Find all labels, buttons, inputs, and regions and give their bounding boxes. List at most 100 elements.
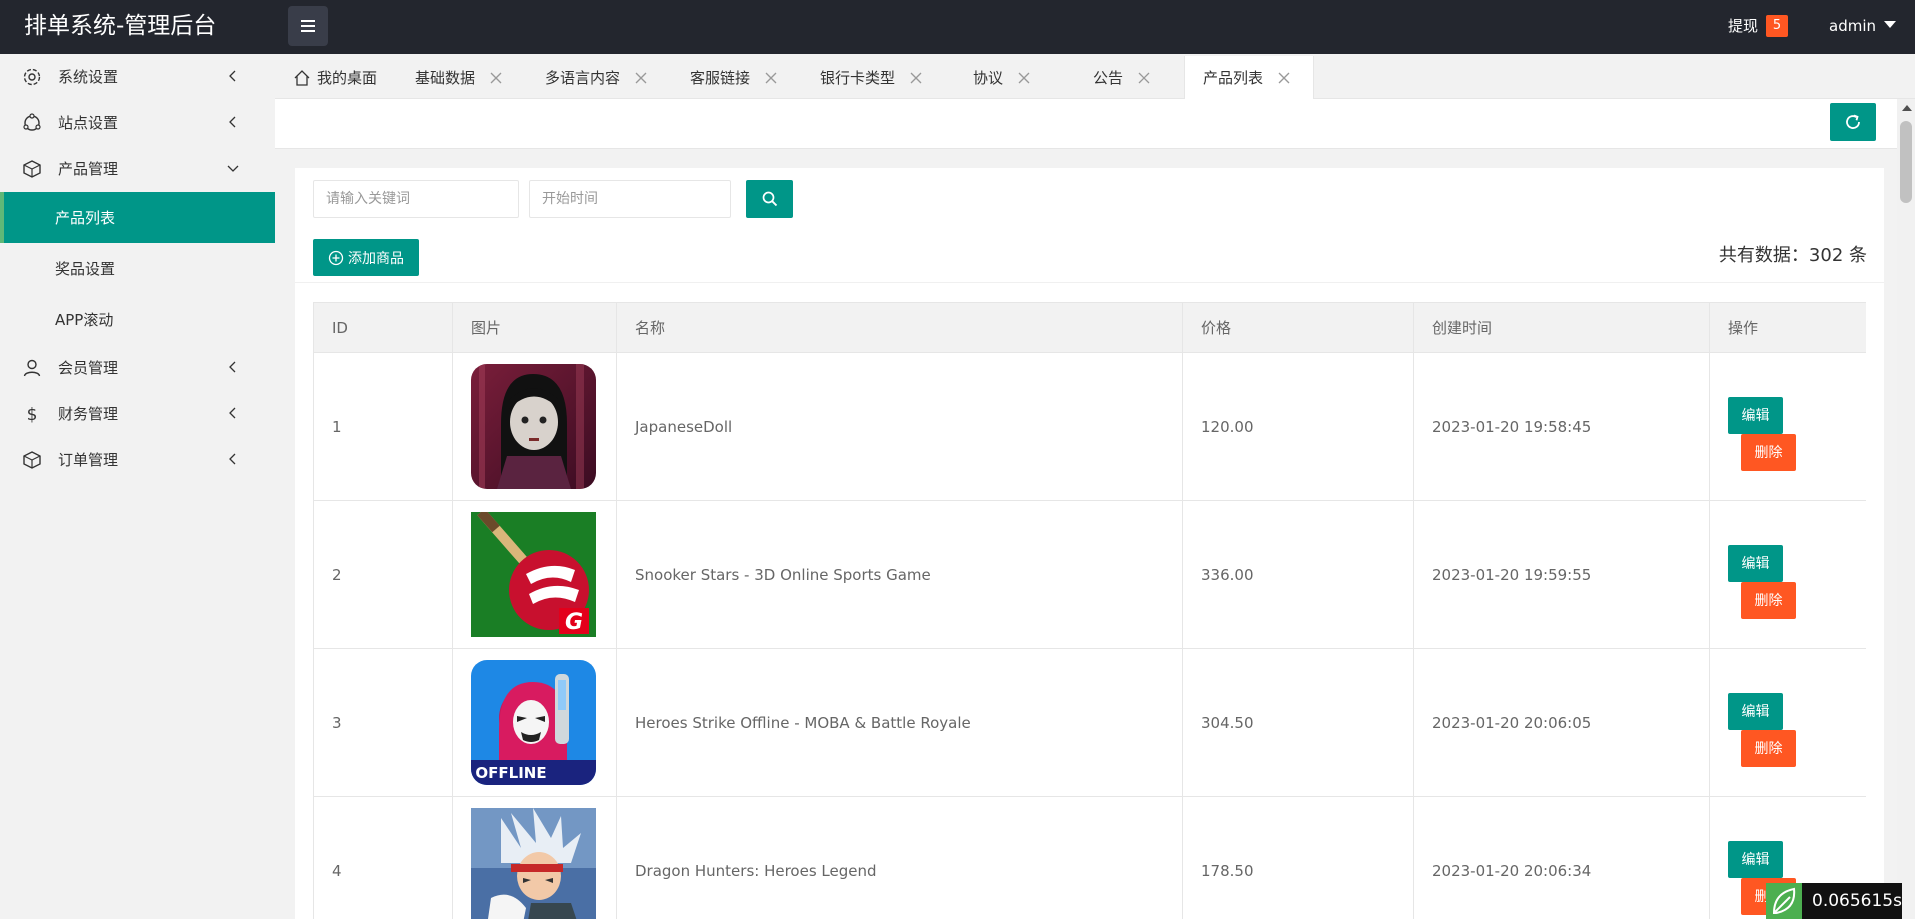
gear-icon [23,68,41,86]
refresh-button[interactable] [1830,103,1876,141]
sidebar-item-system-settings[interactable]: 系统设置 [0,54,275,100]
delete-button[interactable]: 删除 [1741,729,1796,767]
product-table: ID 图片 名称 价格 创建时间 操作 1 JapaneseDoll 120.0… [313,302,1866,919]
tab-label: 基础数据 [415,68,476,87]
tab-label: 我的桌面 [317,68,378,87]
table-row: 1 JapaneseDoll 120.00 2023-01-20 19:58:4… [313,352,1866,501]
home-icon [294,69,310,86]
withdraw-count-badge: 5 [1766,15,1789,37]
user-menu[interactable]: admin [1829,14,1896,38]
close-icon[interactable] [1277,71,1291,85]
sidebar-subitem-app-scroll[interactable]: APP滚动 [0,294,275,345]
caret-down-icon [1884,20,1896,28]
sidebar-item-order-management[interactable]: 订单管理 [0,437,275,483]
chevron-left-icon [229,453,236,465]
column-header-actions: 操作 [1709,302,1866,353]
scroll-up-arrow-icon[interactable] [1902,105,1912,111]
toolbar-strip [275,99,1897,149]
column-header-price: 价格 [1182,302,1414,353]
tab-agreement[interactable]: 协议 [973,56,1031,99]
cell-created: 2023-01-20 19:58:45 [1413,352,1710,501]
close-icon[interactable] [1137,71,1151,85]
edit-button[interactable]: 编辑 [1728,544,1783,582]
withdraw-link[interactable]: 提现 5 [1728,14,1789,38]
chevron-left-icon [229,407,236,419]
tab-label: 产品列表 [1203,68,1264,87]
dollar-icon: $ [27,405,38,424]
tab-customer-service-link[interactable]: 客服链接 [690,56,778,99]
edit-button[interactable]: 编辑 [1728,692,1783,730]
sidebar-subitem-product-list[interactable]: 产品列表 [0,192,275,243]
doll-game-image [471,364,596,489]
product-thumbnail: OFFLINE [471,660,596,785]
sidebar-subitem-prize-settings[interactable]: 奖品设置 [0,243,275,294]
hamburger-icon [301,20,315,32]
chevron-left-icon [229,361,236,373]
sidebar-item-site-settings[interactable]: 站点设置 [0,100,275,146]
search-button[interactable] [746,180,793,218]
edit-button[interactable]: 编辑 [1728,396,1783,434]
heroes-strike-game-image: OFFLINE [471,660,596,785]
scroll-thumb[interactable] [1900,121,1912,203]
cell-created: 2023-01-20 20:06:34 [1413,796,1710,919]
sidebar-subitem-label: APP滚动 [55,311,114,329]
product-thumbnail: G [471,512,596,637]
table-row: 2 G Snooker Stars - 3D Online Sports Gam… [313,500,1866,649]
tab-announcement[interactable]: 公告 [1093,56,1151,99]
tab-label: 协议 [973,68,1004,87]
tab-basic-data[interactable]: 基础数据 [415,56,503,99]
content-panel: 添加商品 共有数据：302 条 ID 图片 名称 价格 创建时间 操作 1 [295,168,1884,919]
svg-text:$: $ [27,405,38,424]
cell-name: Snooker Stars - 3D Online Sports Game [616,500,1183,649]
cell-name: JapaneseDoll [616,352,1183,501]
page-scrollbar[interactable] [1897,99,1915,919]
sidebar-item-member-management[interactable]: 会员管理 [0,345,275,391]
cell-actions: 编辑 删除 [1709,352,1866,501]
sidebar-item-label: 财务管理 [58,405,119,423]
sidebar-item-finance-management[interactable]: $ 财务管理 [0,391,275,437]
cell-actions: 编辑 删除 [1709,648,1866,797]
tab-product-list[interactable]: 产品列表 [1184,56,1315,99]
sidebar: 系统设置 站点设置 产品管理 产品列表 奖品设置 APP滚动 会员管理 $ 财务… [0,54,275,919]
sidebar-item-label: 会员管理 [58,359,119,377]
delete-button[interactable]: 删除 [1741,433,1796,471]
column-header-created: 创建时间 [1413,302,1710,353]
add-product-label: 添加商品 [348,250,404,267]
product-table-wrapper: ID 图片 名称 价格 创建时间 操作 1 JapaneseDoll 120.0… [313,302,1866,919]
svg-text:G: G [565,610,583,635]
tab-multilang-content[interactable]: 多语言内容 [545,56,648,99]
close-icon[interactable] [909,71,923,85]
tab-bar: 我的桌面 基础数据 多语言内容 客服链接 银行卡类型 协议 公告 产品列表 [275,54,1915,99]
tab-label: 客服链接 [690,68,751,87]
close-icon[interactable] [1017,71,1031,85]
cell-image: G [452,500,617,649]
delete-button[interactable]: 删除 [1741,581,1796,619]
cell-name: Dragon Hunters: Heroes Legend [616,796,1183,919]
edit-button[interactable]: 编辑 [1728,840,1783,878]
table-row: 3 OFFLINE Heroes Strike Offline - MOBA &… [313,648,1866,797]
cell-id: 1 [313,352,453,501]
keyword-search-input[interactable] [313,180,519,218]
close-icon[interactable] [764,71,778,85]
plus-circle-icon [328,250,344,265]
sidebar-item-product-management[interactable]: 产品管理 [0,146,275,192]
close-icon[interactable] [489,71,503,85]
cell-id: 4 [313,796,453,919]
cell-name: Heroes Strike Offline - MOBA & Battle Ro… [616,648,1183,797]
close-icon[interactable] [634,71,648,85]
add-product-button[interactable]: 添加商品 [313,239,419,276]
product-thumbnail [471,364,596,489]
start-time-input[interactable] [529,180,731,218]
top-header: 排单系统-管理后台 提现 5 admin [0,0,1915,54]
order-icon [23,451,41,469]
tab-label: 公告 [1093,68,1124,87]
product-icon [23,160,41,178]
product-thumbnail [471,808,596,919]
debug-leaf-icon[interactable] [1766,883,1802,919]
cell-id: 2 [313,500,453,649]
menu-toggle-button[interactable] [288,6,328,46]
tab-my-desktop[interactable]: 我的桌面 [293,56,377,99]
total-count: 共有数据：302 条 [1718,245,1867,266]
tab-bank-card-type[interactable]: 银行卡类型 [820,56,923,99]
table-header-row: ID 图片 名称 价格 创建时间 操作 [313,302,1866,353]
